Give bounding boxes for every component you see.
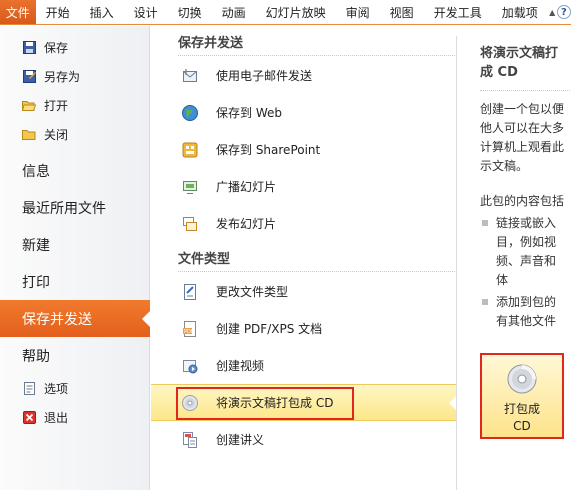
option-save-sharepoint[interactable]: 保存到 SharePoint [151,131,457,168]
package-label-line-2: CD [513,419,531,433]
cd-icon [507,364,537,394]
option-broadcast-label: 广播幻灯片 [216,180,277,194]
package-label-line-1: 打包成 [503,402,540,416]
nav-save[interactable]: 保存 [0,33,149,62]
option-broadcast[interactable]: 广播幻灯片 [151,168,457,205]
highlight-box [176,387,354,420]
nav-save-as-label: 另存为 [44,70,81,84]
option-create-pdf[interactable]: PDF 创建 PDF/XPS 文档 [151,310,457,347]
save-as-icon [22,70,36,84]
globe-icon [181,104,199,122]
option-email-label: 使用电子邮件发送 [216,69,313,83]
nav-help[interactable]: 帮助 [0,337,149,374]
tab-animations[interactable]: 动画 [212,0,256,24]
column-divider [456,36,457,490]
folder-open-icon [22,99,36,113]
tab-transitions[interactable]: 切换 [168,0,212,24]
floppy-disk-icon [22,41,36,55]
tab-file[interactable]: 文件 [0,0,36,24]
panel-description-line: 创建一个包以便 [480,102,565,116]
option-create-video[interactable]: 创建视频 [151,347,457,384]
save-send-options: 保存并发送 使用电子邮件发送 保存到 Web 保存到 SharePoint 广播… [151,26,458,490]
broadcast-icon [181,178,199,196]
contents-bullet-2: 添加到包的 有其他文件 [480,293,571,331]
tab-home[interactable]: 开始 [36,0,80,24]
tab-slideshow[interactable]: 幻灯片放映 [256,0,336,24]
email-attachment-icon [181,67,199,85]
help-button[interactable]: ? [556,0,571,24]
bullet-line: 频、声音和 [496,254,557,268]
option-create-handouts[interactable]: 创建讲义 [151,421,457,458]
pdf-document-icon: PDF [181,320,199,338]
option-save-web[interactable]: 保存到 Web [151,94,457,131]
nav-new[interactable]: 新建 [0,226,149,263]
video-icon [181,357,199,375]
option-publish[interactable]: 发布幻灯片 [151,205,457,242]
panel-title-line-1: 将演示文稿打 [480,46,559,61]
panel-title: 将演示文稿打 成 CD [480,44,571,82]
contents-label: 此包的内容包括 [480,194,565,208]
options-icon [22,382,36,396]
bullet-line: 链接或嵌入 [496,216,557,230]
nav-open-label: 打开 [44,99,69,113]
nav-save-as[interactable]: 另存为 [0,62,149,91]
tab-addins[interactable]: 加载项 [492,0,548,24]
tab-insert[interactable]: 插入 [80,0,124,24]
option-change-file-type-label: 更改文件类型 [216,285,289,299]
option-publish-label: 发布幻灯片 [216,217,277,231]
section-file-types-title: 文件类型 [151,242,457,273]
panel-divider [480,90,571,91]
tab-view[interactable]: 视图 [380,0,424,24]
exit-icon [22,411,36,425]
panel-description-line: 示文稿。 [480,159,529,173]
sharepoint-icon [181,141,199,159]
help-icon: ? [556,5,571,19]
nav-save-label: 保存 [44,41,69,55]
nav-open[interactable]: 打开 [0,91,149,120]
publish-slides-icon [181,215,199,233]
option-package-cd[interactable]: 将演示文稿打包成 CD [151,384,458,421]
folder-close-icon [22,128,36,142]
tab-review[interactable]: 审阅 [336,0,380,24]
nav-exit[interactable]: 退出 [0,403,149,432]
nav-recent[interactable]: 最近所用文件 [0,189,149,226]
nav-options-label: 选项 [44,382,69,396]
bullet-line: 目，例如视 [496,235,557,249]
tab-developer[interactable]: 开发工具 [424,0,492,24]
section-save-send-title: 保存并发送 [151,26,457,57]
option-change-file-type[interactable]: 更改文件类型 [151,273,457,310]
svg-text:PDF: PDF [184,329,194,335]
panel-title-line-2: 成 CD [480,65,518,80]
backstage-nav: 保存 另存为 打开 关闭 信息 最近所用文件 新建 打印 保存并发送 帮助 选项… [0,26,151,490]
panel-description: 创建一个包以便 他人可以在大多 计算机上观看此 示文稿。 [480,100,571,176]
change-file-type-icon [181,283,199,301]
bullet-line: 体 [496,273,509,287]
panel-description-line: 他人可以在大多 [480,121,565,135]
bullet-line: 添加到包的 [496,295,557,309]
option-email[interactable]: 使用电子邮件发送 [151,57,457,94]
nav-exit-label: 退出 [44,411,69,425]
handouts-icon [181,431,199,449]
package-for-cd-label: 打包成 CD [504,401,540,435]
option-create-pdf-label: 创建 PDF/XPS 文档 [216,322,323,336]
package-for-cd-button[interactable]: 打包成 CD [480,353,564,439]
contents-bullet-1: 链接或嵌入 目，例如视 频、声音和 体 [480,214,571,290]
option-create-video-label: 创建视频 [216,359,265,373]
chevron-up-icon[interactable]: ▲ [548,0,557,24]
bullet-line: 有其他文件 [496,314,557,328]
nav-save-send[interactable]: 保存并发送 [0,300,151,337]
nav-options[interactable]: 选项 [0,374,149,403]
panel-description-line: 计算机上观看此 [480,140,565,154]
option-save-web-label: 保存到 Web [216,106,282,120]
ribbon-tab-bar: 文件 开始 插入 设计 切换 动画 幻灯片放映 审阅 视图 开发工具 加载项 ▲… [0,0,571,25]
nav-close-label: 关闭 [44,128,69,142]
package-cd-panel: 将演示文稿打 成 CD 创建一个包以便 他人可以在大多 计算机上观看此 示文稿。… [458,26,571,490]
tab-design[interactable]: 设计 [124,0,168,24]
option-save-sharepoint-label: 保存到 SharePoint [216,143,321,157]
option-create-handouts-label: 创建讲义 [216,433,265,447]
nav-print[interactable]: 打印 [0,263,149,300]
nav-close[interactable]: 关闭 [0,120,149,149]
nav-info[interactable]: 信息 [0,152,149,189]
